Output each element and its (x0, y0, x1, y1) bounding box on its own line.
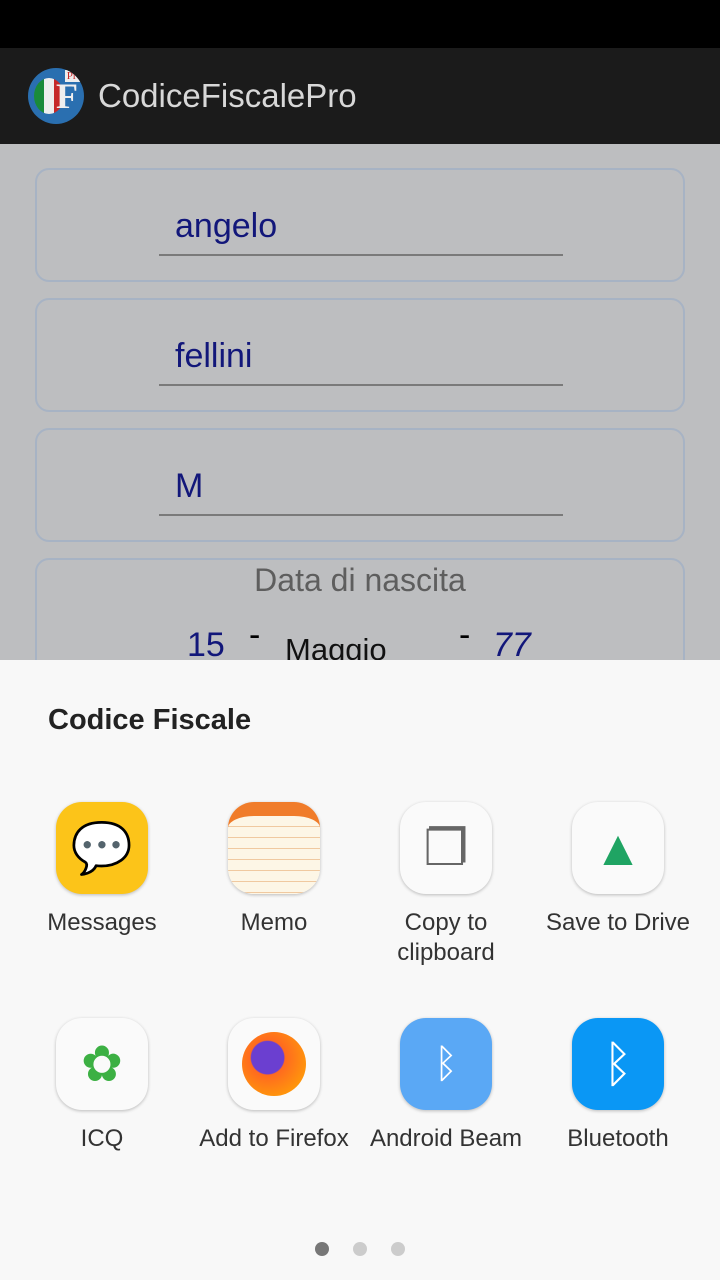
share-memo[interactable]: Memo (188, 802, 360, 938)
app-logo: F Pro (28, 68, 84, 124)
app-bar: F Pro CodiceFiscalePro (0, 48, 720, 144)
drive-icon: ▲ (572, 802, 664, 894)
form-area: angelo fellini M Data di nascita 15 - Ma… (0, 144, 720, 678)
copy-icon: ❐ (400, 802, 492, 894)
icq-icon: ✿ (56, 1018, 148, 1110)
share-android-beam[interactable]: ᛒ Android Beam (360, 1018, 532, 1154)
share-icq[interactable]: ✿ ICQ (16, 1018, 188, 1154)
bluetooth-icon: ᛒ (572, 1018, 664, 1110)
page-indicator (0, 1242, 720, 1256)
date-separator: - (249, 616, 261, 654)
sex-box: M (35, 428, 685, 542)
name-box: angelo (35, 168, 685, 282)
sex-input[interactable]: M (159, 464, 563, 516)
share-drive[interactable]: ▲ Save to Drive (532, 802, 704, 938)
android-beam-icon: ᛒ (400, 1018, 492, 1110)
app-title: CodiceFiscalePro (98, 77, 357, 114)
share-firefox[interactable]: Add to Firefox (188, 1018, 360, 1154)
memo-icon (228, 802, 320, 894)
messages-icon: 💬 (56, 802, 148, 894)
share-sheet: Codice Fiscale 💬 Messages Memo ❐ Copy to c… (0, 660, 720, 1280)
surname-box: fellini (35, 298, 685, 412)
status-bar (0, 0, 720, 48)
date-separator: - (459, 616, 471, 654)
page-dot-3[interactable] (391, 1242, 405, 1256)
page-dot-1[interactable] (315, 1242, 329, 1256)
page-dot-2[interactable] (353, 1242, 367, 1256)
birthdate-label: Data di nascita (254, 562, 466, 598)
share-copy[interactable]: ❐ Copy to clipboard (360, 802, 532, 968)
firefox-icon (228, 1018, 320, 1110)
name-input[interactable]: angelo (159, 204, 563, 256)
share-bluetooth[interactable]: ᛒ Bluetooth (532, 1018, 704, 1154)
share-messages[interactable]: 💬 Messages (16, 802, 188, 938)
surname-input[interactable]: fellini (159, 334, 563, 386)
share-title: Codice Fiscale (48, 704, 252, 736)
